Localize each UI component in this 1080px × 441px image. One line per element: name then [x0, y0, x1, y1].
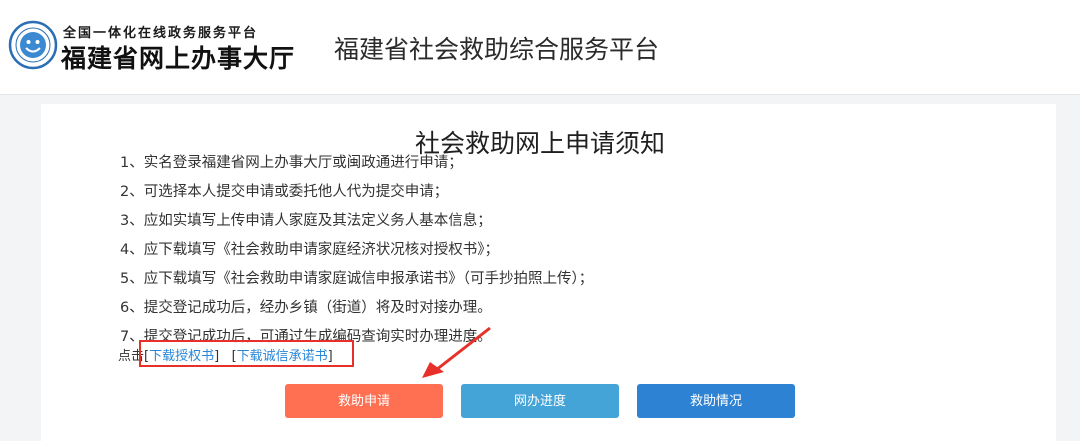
status-button[interactable]: 救助情况 [637, 384, 795, 418]
rule-item: 6、提交登记成功后，经办乡镇（街道）将及时对接办理。 [120, 300, 492, 316]
platform-title: 福建省社会救助综合服务平台 [334, 35, 660, 64]
rule-item: 5、应下载填写《社会救助申请家庭诚信申报承诺书》（可手抄拍照上传）； [120, 271, 594, 287]
annotation-highlight-box [139, 340, 354, 367]
rule-item: 2、可选择本人提交申请或委托他人代为提交申请； [120, 184, 449, 200]
rules-list: 1、实名登录福建省网上办事大厅或闽政通进行申请； 2、可选择本人提交申请或委托他… [120, 152, 593, 355]
smiling-face-emblem-icon [8, 20, 58, 70]
rule-item: 4、应下载填写《社会救助申请家庭经济状况核对授权书》； [120, 242, 499, 258]
logo-main-text: 福建省网上办事大厅 [61, 44, 296, 73]
red-arrow-icon [422, 326, 491, 378]
rule-item: 3、应如实填写上传申请人家庭及其法定义务人基本信息； [120, 213, 492, 229]
site-header: 全国一体化在线政务服务平台 福建省网上办事大厅 福建省社会救助综合服务平台 [0, 0, 1080, 95]
progress-button[interactable]: 网办进度 [461, 384, 619, 418]
apply-button[interactable]: 救助申请 [285, 384, 443, 418]
rule-item: 1、实名登录福建省网上办事大厅或闽政通进行申请； [120, 155, 463, 171]
